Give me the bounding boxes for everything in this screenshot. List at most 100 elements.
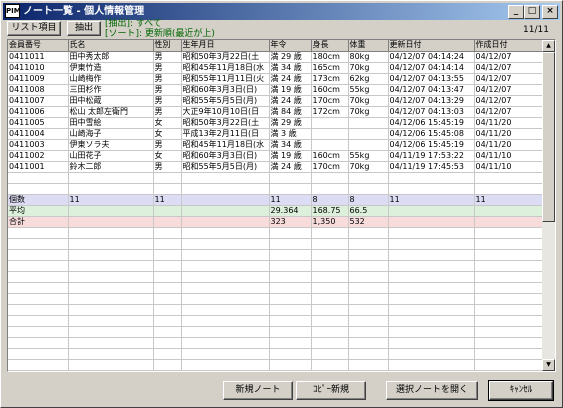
table-cell: [388, 205, 475, 217]
table-cell: 満 24 歳: [269, 95, 312, 107]
table-cell: 昭和45年11月18日(水: [181, 62, 270, 74]
table-row[interactable]: 0411005 田中雪絵女昭和50年3月22日(土満 29 歳 04/12/06 1…: [8, 117, 544, 129]
vertical-scrollbar[interactable]: ▲ ▼: [542, 40, 555, 371]
table-cell: 04/11/10: [474, 150, 544, 162]
table-cell: [348, 117, 389, 129]
minimize-button[interactable]: _: [508, 5, 524, 19]
summary-average-row: 平均 29.364 168.75 66.5: [8, 205, 544, 217]
table-cell: 04/12/06 15:45:08: [388, 128, 475, 140]
table-cell: 女: [153, 128, 182, 140]
table-cell: 04/12/07 04:13:03: [388, 106, 475, 118]
column-header[interactable]: 更新日付: [388, 40, 475, 52]
column-header[interactable]: 体重: [348, 40, 389, 52]
table-cell: 1,350: [311, 216, 349, 228]
table-cell: 平成13年2月11日(日: [181, 128, 270, 140]
table-cell: 0411006: [8, 106, 69, 118]
table-row[interactable]: 0411010 伊東竹造男昭和45年11月18日(水満 34 歳 165cm 70kg…: [8, 62, 544, 74]
open-selected-button[interactable]: 選択ノートを開く: [386, 381, 478, 400]
empty-row: [8, 227, 544, 239]
table-cell: [348, 139, 389, 151]
table-cell: 04/12/06 15:45:19: [388, 117, 475, 129]
table-cell: 532: [348, 216, 389, 228]
table-row[interactable]: 0411009 山崎梅作男昭和55年11月11日(火満 24 歳 173cm 62kg…: [8, 73, 544, 85]
extract-button[interactable]: 抽出: [67, 21, 101, 36]
table-cell: 62kg: [348, 73, 389, 85]
column-header[interactable]: 性別: [153, 40, 182, 52]
table-cell: 165cm: [311, 62, 349, 74]
list-items-button[interactable]: リスト項目: [7, 21, 61, 36]
table-cell: 55kg: [348, 150, 389, 162]
table-cell: 8: [311, 194, 349, 206]
table-cell: 04/12/06 15:45:19: [388, 139, 475, 151]
column-header[interactable]: 生年月日: [181, 40, 270, 52]
table-cell: 323: [269, 216, 312, 228]
table-row[interactable]: 0411007 田中松蔵男昭和55年5月5日(月) 満 24 歳 170cm 70kg 0…: [8, 95, 544, 107]
notes-table: 会員番号 氏名 性別 生年月日 年令 身長 体重 更新日付 作成日付 0411011 田中秀太郎男…: [8, 40, 544, 371]
empty-row: [8, 326, 544, 338]
cancel-button[interactable]: ｷｬﾝｾﾙ: [488, 380, 554, 401]
table-cell: [181, 194, 270, 206]
column-header[interactable]: 会員番号: [8, 40, 69, 52]
new-note-button[interactable]: 新規ノート: [223, 381, 293, 400]
column-header[interactable]: 氏名: [68, 40, 154, 52]
title-bar[interactable]: PIM ノート一覧 - 個人情報管理 _ □ ×: [3, 3, 560, 20]
table-row[interactable]: 0411011 田中秀太郎男昭和50年3月22日(土満 29 歳 180cm 80kg…: [8, 51, 544, 63]
table-row[interactable]: 0411003 伊東ソラ夫男昭和45年11月18日(水満 34 歳 04/12/06…: [8, 139, 544, 151]
table-cell: [181, 205, 270, 217]
empty-row: [8, 238, 544, 250]
table-row[interactable]: 0411002 山田花子女昭和60年3月3日(日) 満 19 歳 160cm 55kg 0…: [8, 150, 544, 162]
table-row[interactable]: 0411006 松山 太郎左衛門男大正9年10月10日(日満 84 歳 172cm 7…: [8, 106, 544, 118]
column-header[interactable]: 身長: [311, 40, 349, 52]
app-icon: PIM: [5, 4, 21, 18]
table-cell: 04/12/07 04:14:24: [388, 51, 475, 63]
table-cell: 04/11/20: [474, 139, 544, 151]
table-cell: 0411004: [8, 128, 69, 140]
maximize-button[interactable]: □: [524, 5, 540, 19]
table-cell: [311, 117, 349, 129]
empty-row: [8, 282, 544, 294]
empty-row: [8, 172, 544, 184]
table-cell: 160cm: [311, 84, 349, 96]
table-cell: 満 19 歳: [269, 150, 312, 162]
empty-row: [8, 260, 544, 272]
table-cell: 11: [153, 194, 182, 206]
table-cell: [311, 128, 349, 140]
scroll-down-arrow[interactable]: ▼: [542, 359, 555, 371]
table-cell: 0411003: [8, 139, 69, 151]
table-cell: 昭和50年3月22日(土: [181, 51, 270, 63]
table-cell: [388, 216, 475, 228]
scroll-up-arrow[interactable]: ▲: [542, 40, 555, 52]
table-cell: [153, 216, 182, 228]
empty-row: [8, 315, 544, 327]
table-cell: 70kg: [348, 106, 389, 118]
table-cell: 満 84 歳: [269, 106, 312, 118]
table-cell: 0411005: [8, 117, 69, 129]
table-row[interactable]: 0411001 鈴木二郎男昭和55年5月5日(月) 満 24 歳 170cm 70kg 0…: [8, 161, 544, 173]
notes-grid[interactable]: 会員番号 氏名 性別 生年月日 年令 身長 体重 更新日付 作成日付 0411011 田中秀太郎男…: [7, 39, 556, 372]
copy-new-button[interactable]: ｺﾋﾟｰ新規: [296, 381, 366, 400]
table-row[interactable]: 0411008 三田杉作男昭和60年3月3日(日) 満 19 歳 160cm 55kg 0…: [8, 84, 544, 96]
table-cell: 11: [269, 194, 312, 206]
empty-row: [8, 183, 544, 195]
scroll-thumb[interactable]: [542, 52, 555, 222]
table-cell: 0411007: [8, 95, 69, 107]
table-cell: 男: [153, 106, 182, 118]
table-cell: 女: [153, 150, 182, 162]
table-cell: 昭和55年11月11日(火: [181, 73, 270, 85]
column-header[interactable]: 年令: [269, 40, 312, 52]
table-cell: 満 24 歳: [269, 161, 312, 173]
empty-row: [8, 359, 544, 371]
table-cell: 山田花子: [68, 150, 154, 162]
table-cell: 昭和50年3月22日(土: [181, 117, 270, 129]
column-header[interactable]: 作成日付: [474, 40, 544, 52]
table-cell: 男: [153, 62, 182, 74]
table-cell: 170cm: [311, 95, 349, 107]
table-cell: 0411002: [8, 150, 69, 162]
close-button[interactable]: ×: [542, 5, 558, 19]
table-cell: 満 34 歳: [269, 139, 312, 151]
table-cell: 女: [153, 117, 182, 129]
table-cell: 29.364: [269, 205, 312, 217]
table-cell: 個数: [8, 194, 69, 206]
table-row[interactable]: 0411004 山崎海子女平成13年2月11日(日満 3 歳 04/12/06 15…: [8, 128, 544, 140]
table-cell: [68, 216, 154, 228]
